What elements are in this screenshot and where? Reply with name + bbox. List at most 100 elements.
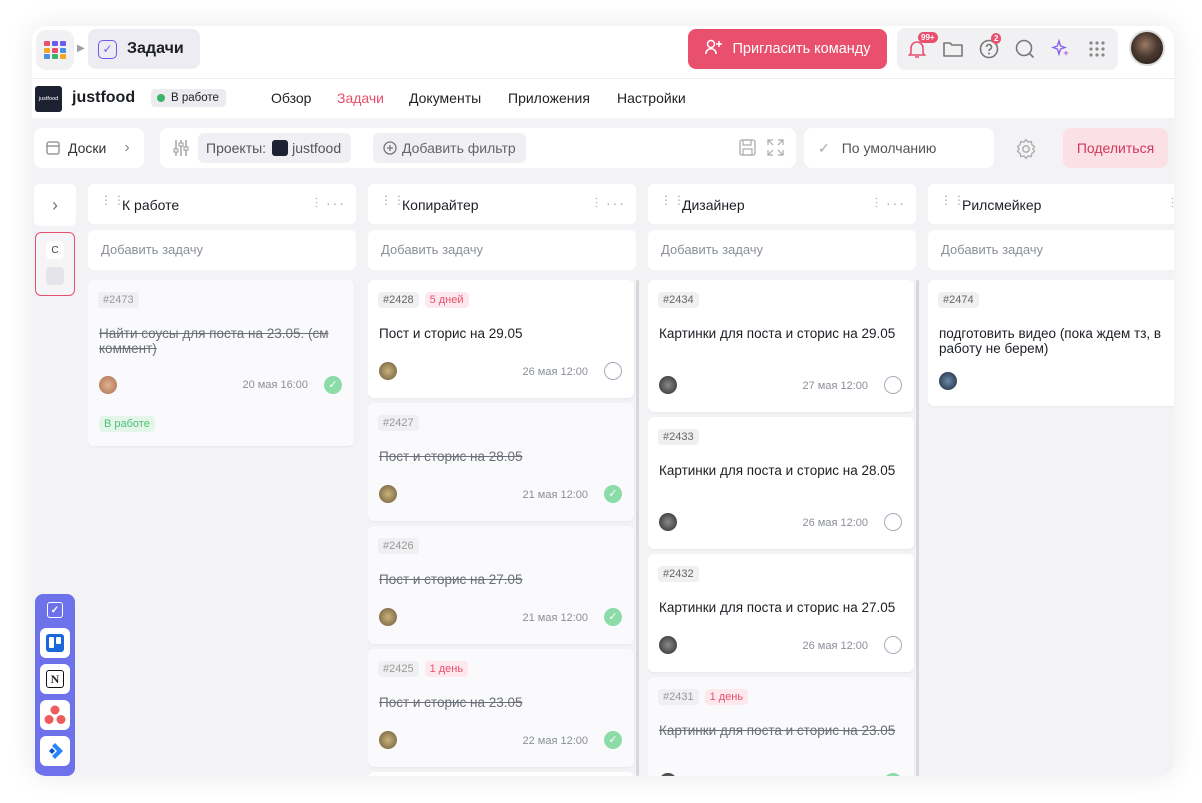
assignee-avatar[interactable]	[659, 636, 677, 654]
column-scrollbar[interactable]	[636, 280, 639, 776]
integration-notion-button[interactable]: N	[40, 664, 70, 694]
expand-icon[interactable]	[767, 139, 784, 156]
complete-toggle[interactable]	[884, 636, 902, 654]
column-header[interactable]: ⋮⋮ Копирайтер ⫶ ···	[368, 184, 636, 224]
add-task-field[interactable]: Добавить задачу	[648, 230, 916, 270]
assignee-avatar[interactable]	[379, 485, 397, 503]
column-settings-icon[interactable]: ⫶ ···	[875, 195, 906, 212]
save-icon[interactable]	[739, 139, 756, 156]
integration-tasks-button[interactable]: ✓	[40, 598, 70, 622]
drag-handle-icon[interactable]: ⋮⋮	[380, 194, 405, 206]
view-selector[interactable]: Доски ›	[34, 128, 144, 168]
task-title: Картинки для поста и сторис на 27.05	[659, 600, 896, 615]
more-apps-button[interactable]	[1086, 38, 1108, 60]
card-list: #2473 Найти соусы для поста на 23.05. (с…	[88, 280, 356, 776]
complete-toggle[interactable]: ✓	[604, 731, 622, 749]
assignee-avatar[interactable]	[99, 376, 117, 394]
deadline-badge: 5 дней	[424, 292, 469, 308]
tab-tasks[interactable]: Задачи	[337, 90, 384, 106]
assignee-avatar[interactable]	[379, 731, 397, 749]
tab-overview[interactable]: Обзор	[271, 90, 311, 106]
task-card[interactable]: #2434 Картинки для поста и сторис на 29.…	[648, 280, 914, 412]
project-status-badge[interactable]: В работе	[151, 89, 226, 107]
column-settings-icon[interactable]: ⫶ ···	[1171, 195, 1174, 212]
check-icon: ✓	[818, 139, 830, 156]
task-card[interactable]: #2433 Картинки для поста и сторис на 28.…	[648, 417, 914, 549]
ai-button[interactable]	[1050, 38, 1072, 60]
search-icon	[1015, 39, 1035, 59]
complete-toggle[interactable]: ✓	[604, 608, 622, 626]
expand-sidebar-button[interactable]: ›	[34, 184, 76, 226]
rail-board-item[interactable]	[46, 267, 64, 285]
sort-selector[interactable]: ✓ По умолчанию	[804, 128, 994, 168]
sliders-icon[interactable]	[172, 139, 190, 157]
add-task-field[interactable]: Добавить задачу	[928, 230, 1174, 270]
integration-asana-button[interactable]	[40, 700, 70, 730]
drag-handle-icon[interactable]: ⋮⋮	[940, 194, 965, 206]
share-button[interactable]: Поделиться	[1063, 128, 1168, 168]
complete-toggle[interactable]: ✓	[604, 485, 622, 503]
view-label: Доски	[68, 140, 107, 156]
folder-button[interactable]	[942, 38, 964, 60]
task-card[interactable]: #2473 Найти соусы для поста на 23.05. (с…	[88, 280, 354, 446]
task-card[interactable]: #2474 подготовить видео (пока ждем тз, в…	[928, 280, 1174, 406]
task-title: Картинки для поста и сторис на 29.05	[659, 326, 896, 341]
task-id: #2427	[378, 415, 419, 431]
add-task-field[interactable]: Добавить задачу	[88, 230, 356, 270]
complete-toggle[interactable]	[604, 362, 622, 380]
task-card[interactable]: #2432 Картинки для поста и сторис на 27.…	[648, 554, 914, 672]
task-card[interactable]	[368, 772, 634, 776]
task-date: 26 мая 12:00	[802, 640, 868, 652]
page-title: Задачи	[127, 40, 184, 57]
gear-icon[interactable]	[1015, 138, 1037, 160]
project-name[interactable]: justfood	[72, 89, 135, 107]
task-card[interactable]: #2425 1 день Пост и сторис на 23.05 22 ма…	[368, 649, 634, 767]
add-task-field[interactable]: Добавить задачу	[368, 230, 636, 270]
user-avatar[interactable]	[1129, 30, 1165, 66]
notifications-button[interactable]: 99+	[906, 32, 938, 60]
assignee-avatar[interactable]	[659, 773, 677, 776]
assignee-avatar[interactable]	[939, 372, 957, 390]
apps-grid-button[interactable]	[36, 30, 74, 70]
column-scrollbar[interactable]	[916, 280, 919, 776]
task-card[interactable]: #2428 5 дней Пост и сторис на 29.05 26 ма…	[368, 280, 634, 398]
tab-apps[interactable]: Приложения	[508, 90, 590, 106]
filter-bar: Проекты: justfood Добавить фильтр	[160, 128, 796, 168]
assignee-avatar[interactable]	[659, 376, 677, 394]
tab-settings[interactable]: Настройки	[617, 90, 686, 106]
column-header[interactable]: ⋮⋮ К работе ⫶ ···	[88, 184, 356, 224]
task-date: 21 мая 12:00	[522, 612, 588, 624]
help-button[interactable]: 2	[978, 33, 1002, 60]
tab-documents[interactable]: Документы	[409, 90, 481, 106]
complete-toggle[interactable]: ✓	[324, 376, 342, 394]
invite-team-button[interactable]: Пригласить команду	[688, 29, 887, 69]
drag-handle-icon[interactable]: ⋮⋮	[660, 194, 685, 206]
page-title-pill[interactable]: ✓ Задачи	[88, 29, 200, 69]
rail-workspace-box[interactable]: C	[35, 232, 75, 296]
integration-jira-button[interactable]	[40, 736, 70, 766]
complete-toggle[interactable]	[884, 513, 902, 531]
asana-icon	[44, 705, 66, 724]
column-header[interactable]: ⋮⋮ Дизайнер ⫶ ···	[648, 184, 916, 224]
assignee-avatar[interactable]	[659, 513, 677, 531]
task-card[interactable]: #2431 1 день Картинки для поста и сторис …	[648, 677, 914, 776]
integration-trello-button[interactable]	[40, 628, 70, 658]
column-settings-icon[interactable]: ⫶ ···	[315, 195, 346, 212]
column-header[interactable]: ⋮⋮ Рилсмейкер ⫶ ···	[928, 184, 1174, 224]
column-title: Рилсмейкер	[962, 197, 1042, 213]
task-card[interactable]: #2426 Пост и сторис на 27.05 21 мая 12:0…	[368, 526, 634, 644]
search-button[interactable]	[1014, 38, 1036, 60]
column-settings-icon[interactable]: ⫶ ···	[595, 195, 626, 212]
project-logo[interactable]: justfood	[35, 86, 62, 112]
task-title: Картинки для поста и сторис на 28.05	[659, 463, 896, 478]
assignee-avatar[interactable]	[379, 608, 397, 626]
column-copywriter: ⋮⋮ Копирайтер ⫶ ··· Добавить задачу #242…	[368, 184, 639, 776]
task-card[interactable]: #2427 Пост и сторис на 28.05 21 мая 12:0…	[368, 403, 634, 521]
rail-letter-item[interactable]: C	[46, 241, 64, 259]
project-filter-chip[interactable]: Проекты: justfood	[198, 133, 352, 163]
add-filter-button[interactable]: Добавить фильтр	[373, 133, 526, 163]
complete-toggle[interactable]	[884, 376, 902, 394]
drag-handle-icon[interactable]: ⋮⋮	[100, 194, 125, 206]
assignee-avatar[interactable]	[379, 362, 397, 380]
complete-toggle[interactable]: ✓	[884, 773, 902, 776]
